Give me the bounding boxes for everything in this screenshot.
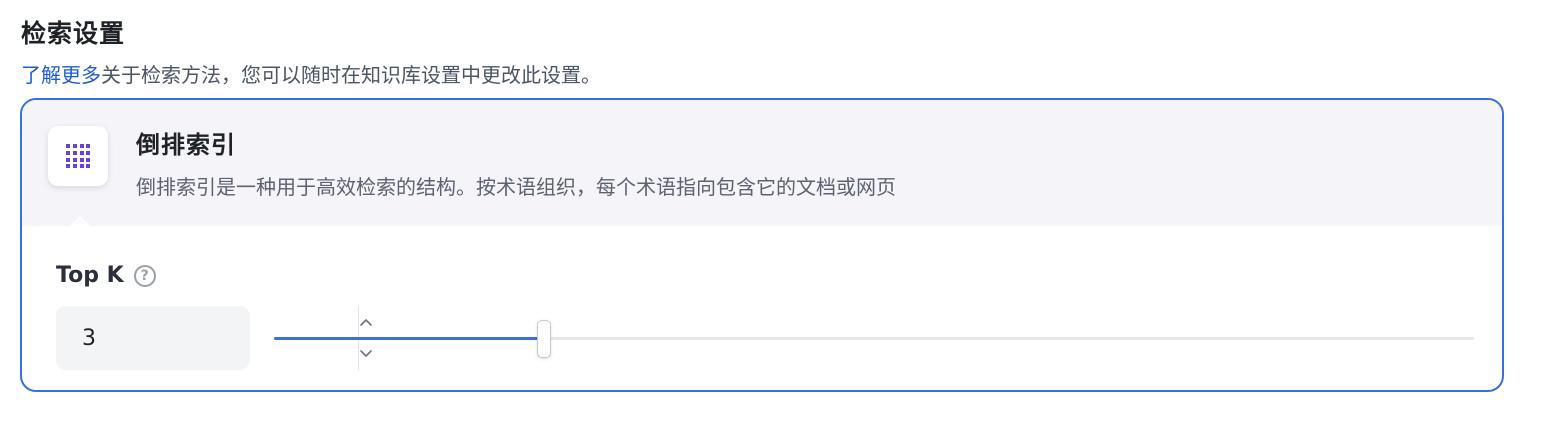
slider-fill	[274, 337, 544, 340]
top-k-number-input[interactable]	[56, 305, 372, 371]
header-pointer	[70, 216, 90, 226]
learn-more-link[interactable]: 了解更多	[21, 63, 101, 87]
method-header: 倒排索引 倒排索引是一种用于高效检索的结构。按术语组织，每个术语指向包含它的文档…	[22, 100, 1502, 226]
slider-thumb[interactable]	[537, 320, 551, 358]
section-description: 了解更多关于检索方法，您可以随时在知识库设置中更改此设置。	[21, 60, 601, 90]
grid-dots-icon	[66, 144, 90, 168]
top-k-label: Top K	[56, 263, 124, 288]
section-title: 检索设置	[21, 19, 126, 48]
top-k-slider[interactable]	[274, 320, 1474, 358]
method-title: 倒排索引	[136, 131, 236, 159]
method-description: 倒排索引是一种用于高效检索的结构。按术语组织，每个术语指向包含它的文档或网页	[136, 175, 896, 199]
description-text: 关于检索方法，您可以随时在知识库设置中更改此设置。	[101, 63, 601, 87]
method-icon-box	[48, 126, 108, 186]
top-k-label-row: Top K ?	[56, 260, 156, 292]
help-icon[interactable]: ?	[133, 265, 156, 287]
retrieval-method-card[interactable]: 倒排索引 倒排索引是一种用于高效检索的结构。按术语组织，每个术语指向包含它的文档…	[20, 98, 1504, 392]
